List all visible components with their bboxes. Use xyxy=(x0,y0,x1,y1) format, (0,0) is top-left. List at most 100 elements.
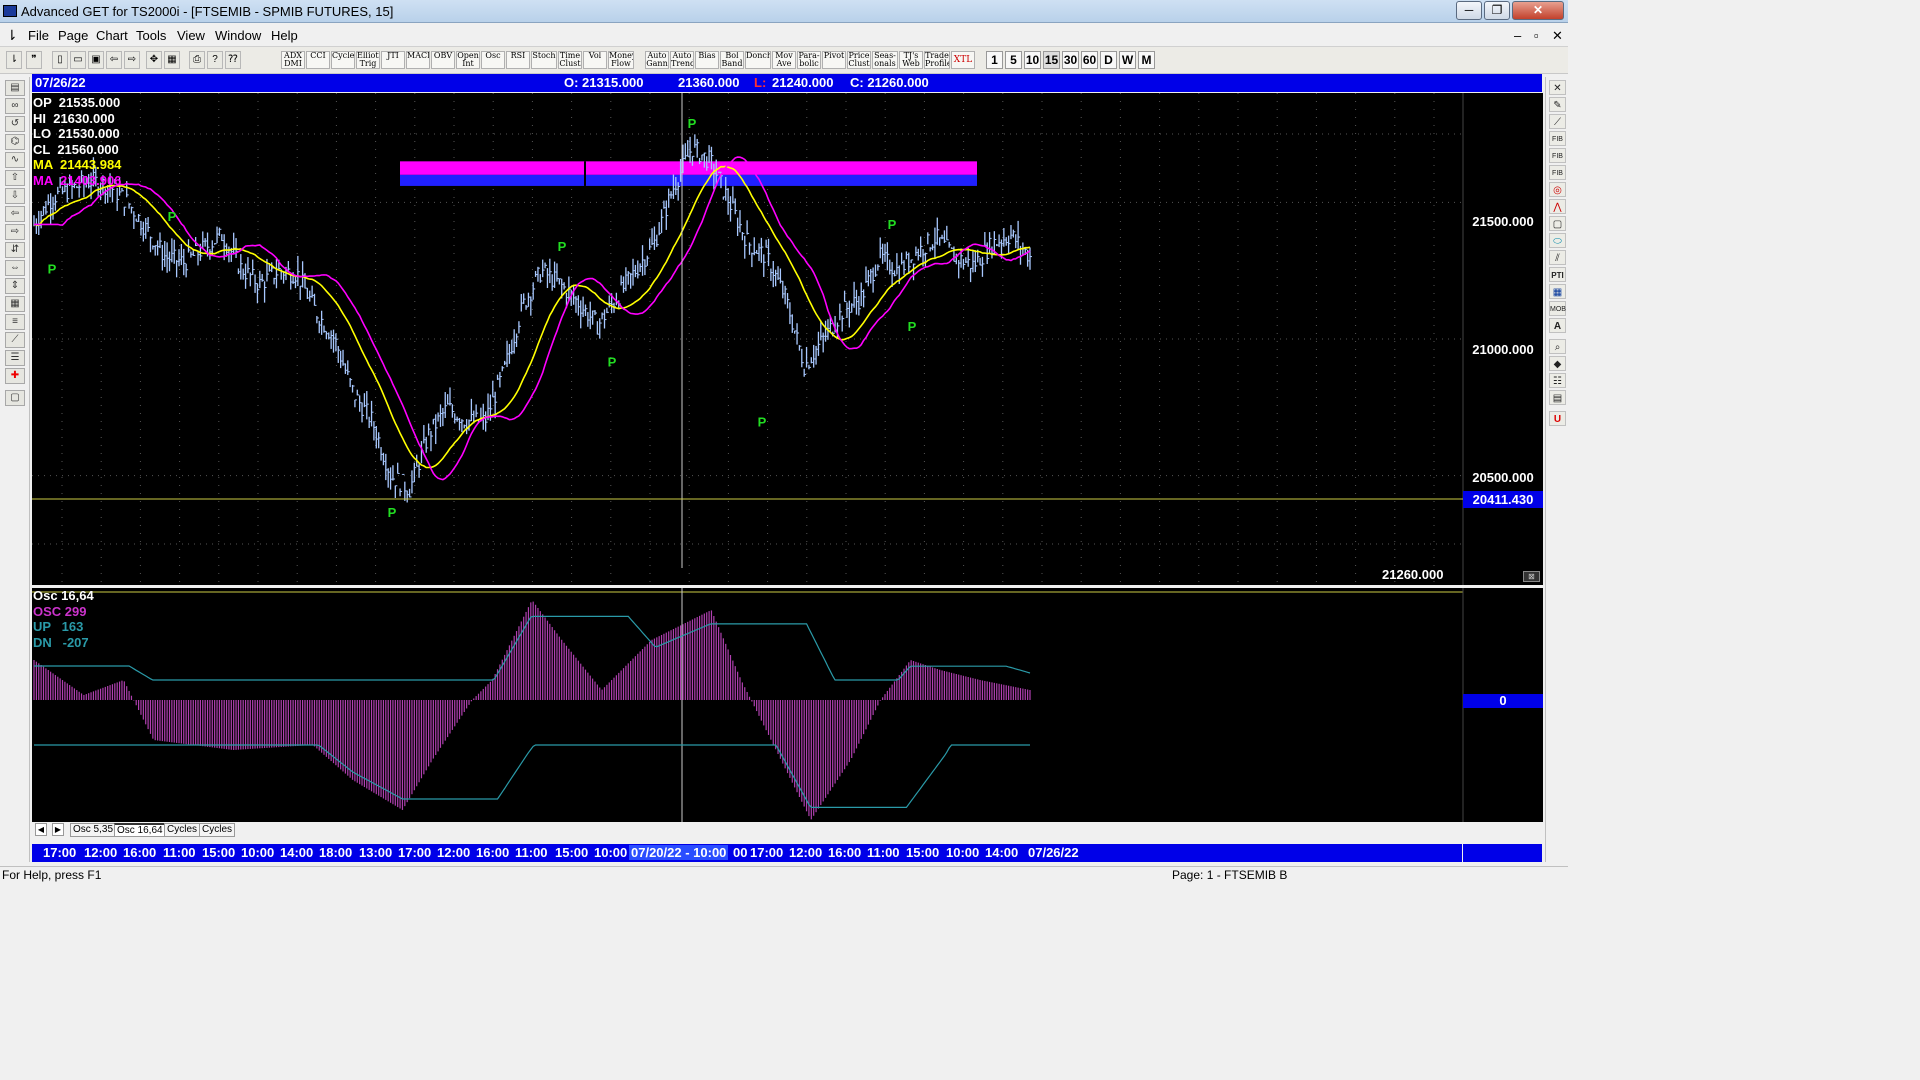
print-icon[interactable]: ⎙ xyxy=(189,51,205,69)
app-icon[interactable] xyxy=(3,5,17,17)
tab-scroll-left-icon[interactable]: ◀ xyxy=(35,823,47,836)
zoom-icon[interactable]: ✥ xyxy=(146,51,162,69)
menu-tools[interactable]: Tools xyxy=(136,28,166,43)
circle-icon[interactable]: ◎ xyxy=(1549,182,1566,197)
study-cci-button[interactable]: CCI xyxy=(306,51,330,69)
study-trade-profile-button[interactable]: Trade Profile xyxy=(924,51,950,69)
timeframe-weekly[interactable]: W xyxy=(1119,51,1136,69)
fan-icon[interactable]: ⋀ xyxy=(1549,199,1566,214)
table-icon[interactable]: ▦ xyxy=(1549,284,1566,299)
gann-icon[interactable]: ⟋ xyxy=(5,332,25,348)
study-seasonals-button[interactable]: Seas-onals xyxy=(872,51,898,69)
timeframe-5[interactable]: 5 xyxy=(1005,51,1022,69)
undo-icon[interactable]: U xyxy=(1549,411,1566,426)
open-icon[interactable]: ▭ xyxy=(70,51,86,69)
study-jti-button[interactable]: JTI xyxy=(381,51,405,69)
study-bias-button[interactable]: Bias xyxy=(695,51,719,69)
magnifier-icon[interactable]: ⌕ xyxy=(1549,339,1566,354)
mob-icon[interactable]: MOB xyxy=(1549,301,1566,316)
close-button[interactable]: ✕ xyxy=(1512,1,1564,20)
study-auto-trend-button[interactable]: Auto Trend xyxy=(670,51,694,69)
arrow-left-icon[interactable]: ⇦ xyxy=(5,206,25,222)
price-chart[interactable]: P P P P P P P P P OP 21535.000 HI 21630.000 LO 215… xyxy=(32,93,1543,585)
timeframe-30[interactable]: 30 xyxy=(1062,51,1079,69)
lines-icon[interactable]: ≡ xyxy=(5,314,25,330)
mdi-minimize-button[interactable]: – xyxy=(1514,28,1521,43)
study-osc-button[interactable]: Osc xyxy=(481,51,505,69)
timeframe-1[interactable]: 1 xyxy=(986,51,1003,69)
study-tjs-web-button[interactable]: TJ's Web xyxy=(899,51,923,69)
study-cycles-button[interactable]: Cycles xyxy=(331,51,355,69)
forward-icon[interactable]: ⇨ xyxy=(124,51,140,69)
study-adx-dmi-button[interactable]: ADX DMI xyxy=(281,51,305,69)
elliott-icon[interactable]: ∿ xyxy=(5,152,25,168)
menu-help[interactable]: Help xyxy=(271,28,298,43)
back-icon[interactable]: ⇦ xyxy=(106,51,122,69)
expand-icon[interactable]: ⇔ xyxy=(5,260,25,276)
timeframe-10[interactable]: 10 xyxy=(1024,51,1041,69)
tab-cycles-2[interactable]: Cycles xyxy=(199,823,236,837)
study-elliott-trig-button[interactable]: Elliott Trig xyxy=(356,51,380,69)
crosshair-icon[interactable]: ✚ xyxy=(5,368,25,384)
fib-retracement-icon[interactable]: FIB xyxy=(1549,131,1566,146)
study-xtl-button[interactable]: XTL xyxy=(951,51,975,69)
compress-icon[interactable]: ⇵ xyxy=(5,242,25,258)
timeframe-60[interactable]: 60 xyxy=(1081,51,1098,69)
notes-icon[interactable]: ▤ xyxy=(1549,390,1566,405)
arrow-right-icon[interactable]: ⇨ xyxy=(5,224,25,240)
minimize-button[interactable]: ─ xyxy=(1456,1,1482,20)
hint-icon[interactable]: ? xyxy=(207,51,223,69)
doc-icon[interactable]: ⇂ xyxy=(6,27,18,44)
study-vol-button[interactable]: Vol xyxy=(583,51,607,69)
timeframe-15[interactable]: 15 xyxy=(1043,51,1060,69)
help-pointer-icon[interactable]: ❞ xyxy=(26,51,42,69)
study-time-clust-button[interactable]: Time Clust xyxy=(558,51,582,69)
mdi-restore-button[interactable]: ▫ xyxy=(1534,28,1539,43)
study-stoch-button[interactable]: Stoch xyxy=(531,51,557,69)
pointer-icon[interactable]: ⇂ xyxy=(6,51,22,69)
study-parabolic-button[interactable]: Para-bolic xyxy=(797,51,821,69)
channel-icon[interactable]: ⫽ xyxy=(1549,250,1566,265)
save-icon[interactable]: ▣ xyxy=(88,51,104,69)
study-auto-gann-button[interactable]: Auto Gann xyxy=(645,51,669,69)
study-bol-band-button[interactable]: Bol Band xyxy=(720,51,744,69)
scale-icon[interactable]: ⇕ xyxy=(5,278,25,294)
study-donch-button[interactable]: Donch xyxy=(745,51,771,69)
maximize-button[interactable]: ❐ xyxy=(1484,1,1510,20)
menu-window[interactable]: Window xyxy=(215,28,261,43)
tab-osc-16-64[interactable]: Osc 16,64 xyxy=(114,823,166,837)
grid-icon[interactable]: ▦ xyxy=(164,51,180,69)
oscillator-panel[interactable]: Osc 16,64 OSC 299 UP 163 DN -207 0 xyxy=(32,588,1543,822)
fib-icon[interactable]: ☰ xyxy=(5,350,25,366)
delete-drawing-icon[interactable]: ✕ xyxy=(1549,80,1566,95)
tab-osc-5-35[interactable]: Osc 5,35 xyxy=(70,823,117,837)
tab-cycles-1[interactable]: Cycles xyxy=(164,823,201,837)
study-rsi-button[interactable]: RSI xyxy=(506,51,530,69)
eraser-icon[interactable]: ▢ xyxy=(5,390,25,406)
menu-page[interactable]: Page xyxy=(58,28,88,43)
list-icon[interactable]: ☷ xyxy=(1549,373,1566,388)
study-price-clust-button[interactable]: Price Clust xyxy=(847,51,871,69)
study-obv-button[interactable]: OBV xyxy=(431,51,455,69)
menu-view[interactable]: View xyxy=(177,28,205,43)
study-open-int-button[interactable]: Open Int xyxy=(456,51,480,69)
menu-chart[interactable]: Chart xyxy=(96,28,128,43)
box-icon[interactable]: ▢ xyxy=(1549,216,1566,231)
grid-toggle-icon[interactable]: ▦ xyxy=(5,296,25,312)
binoculars-icon[interactable]: ∞ xyxy=(5,98,25,114)
study-icon[interactable]: ⌬ xyxy=(5,134,25,150)
mdi-close-button[interactable]: ✕ xyxy=(1552,28,1563,44)
context-help-icon[interactable]: ⁇ xyxy=(225,51,241,69)
ellipse-icon[interactable]: ⬭ xyxy=(1549,233,1566,248)
pencil-icon[interactable]: ✎ xyxy=(1549,97,1566,112)
paint-icon[interactable]: ◆ xyxy=(1549,356,1566,371)
timeframe-daily[interactable]: D xyxy=(1100,51,1117,69)
open-folder-icon[interactable]: ▤ xyxy=(5,80,25,96)
study-mov-ave-button[interactable]: Mov Ave xyxy=(772,51,796,69)
new-icon[interactable]: ▯ xyxy=(52,51,68,69)
fib-time-icon[interactable]: FIB xyxy=(1549,165,1566,180)
chart-resize-icon[interactable]: ⊠ xyxy=(1523,571,1540,582)
arrow-down-icon[interactable]: ⇩ xyxy=(5,188,25,204)
tab-scroll-right-icon[interactable]: ▶ xyxy=(52,823,64,836)
study-macd-button[interactable]: MACD xyxy=(406,51,430,69)
